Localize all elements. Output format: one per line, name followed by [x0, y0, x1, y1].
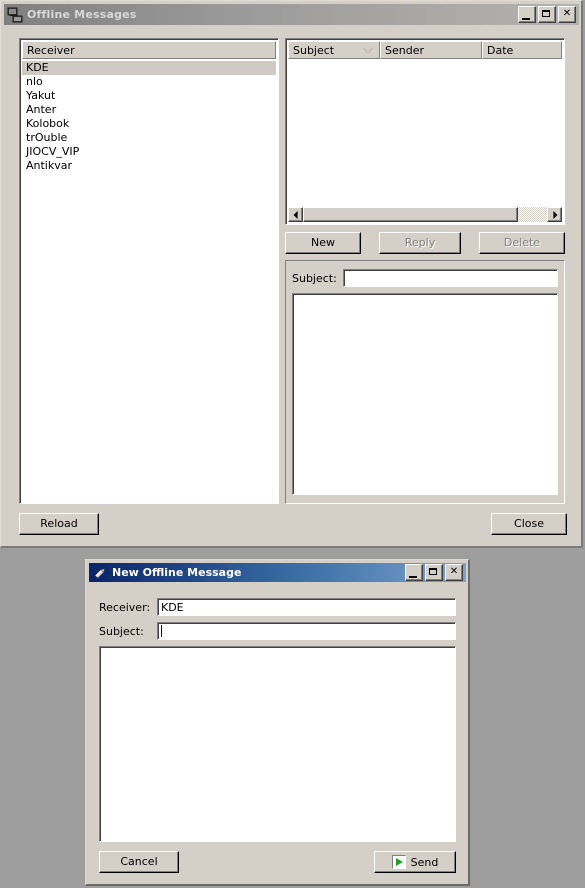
receiver-input-value: KDE — [161, 600, 184, 614]
receiver-list-item[interactable]: Anter — [22, 103, 276, 117]
scrollbar-thumb[interactable] — [303, 207, 518, 222]
cancel-button[interactable]: Cancel — [99, 851, 179, 873]
preview-subject-input[interactable] — [342, 269, 558, 287]
dialog-maximize-button[interactable] — [425, 564, 443, 581]
receiver-field-row: Receiver: KDE — [99, 598, 456, 616]
column-header-sender-label: Sender — [385, 43, 424, 57]
pencil-icon — [92, 565, 108, 581]
send-button[interactable]: Send — [374, 851, 456, 873]
receiver-list-item[interactable]: JIOCV_VIP — [22, 145, 276, 159]
column-header-sender[interactable]: Sender — [380, 41, 482, 59]
message-table-rows[interactable] — [288, 61, 562, 206]
preview-subject-row: Subject: — [292, 269, 558, 287]
main-window-titlebar[interactable]: Offline Messages ✕ — [4, 4, 579, 25]
subject-field-row: Subject: — [99, 622, 456, 640]
scroll-left-arrow-icon[interactable] — [288, 207, 303, 222]
scroll-right-arrow-icon[interactable] — [547, 207, 562, 222]
close-window-button[interactable]: Close — [491, 513, 567, 535]
dialog-window-controls: ✕ — [405, 564, 463, 581]
preview-body-textarea[interactable] — [292, 293, 558, 495]
new-offline-message-dialog: New Offline Message ✕ Receiver: KDE Subj… — [85, 559, 470, 886]
receiver-list-item[interactable]: trOuble — [22, 131, 276, 145]
text-caret — [161, 625, 162, 637]
sort-descending-icon — [363, 48, 373, 54]
receiver-label: Receiver: — [99, 600, 151, 614]
computers-network-icon — [7, 7, 23, 23]
message-preview-group: Subject: — [285, 260, 565, 504]
receiver-list-item[interactable]: KDE — [22, 61, 276, 75]
message-table-header: Subject Sender Date — [288, 41, 562, 59]
subject-label: Subject: — [99, 624, 144, 638]
receiver-list-item[interactable]: Yakut — [22, 89, 276, 103]
main-window-controls: ✕ — [518, 6, 576, 23]
receiver-list-item[interactable]: Antikvar — [22, 159, 276, 173]
dialog-client: Receiver: KDE Subject: Cancel Send — [89, 584, 466, 882]
preview-subject-label: Subject: — [292, 271, 337, 285]
receiver-input[interactable]: KDE — [157, 598, 456, 616]
dialog-titlebar[interactable]: New Offline Message ✕ — [89, 563, 466, 582]
message-table-hscrollbar[interactable] — [288, 207, 562, 222]
receiver-list[interactable]: KDE nlo Yakut Anter Kolobok trOuble JIOCV_VIP A… — [22, 61, 276, 501]
message-body-textarea[interactable] — [99, 646, 456, 842]
message-actions-row: New Reply Delete — [285, 232, 565, 254]
messages-column: Subject Sender Date New Reply Delete Sub… — [285, 38, 565, 504]
column-header-subject-label: Subject — [293, 43, 335, 57]
send-button-label: Send — [410, 855, 439, 869]
column-header-date-label: Date — [487, 43, 514, 57]
reply-button[interactable]: Reply — [379, 232, 461, 254]
main-window-client: Receiver KDE nlo Yakut Anter Kolobok trOuble J… — [4, 27, 579, 543]
close-button[interactable]: ✕ — [558, 6, 576, 23]
offline-messages-window: Offline Messages ✕ Receiver KDE nlo Yakut A… — [0, 0, 583, 548]
receiver-list-panel[interactable]: Receiver KDE nlo Yakut Anter Kolobok trOuble J… — [19, 38, 279, 504]
reload-button[interactable]: Reload — [19, 513, 99, 535]
receiver-list-item[interactable]: Kolobok — [22, 117, 276, 131]
column-header-subject[interactable]: Subject — [288, 41, 380, 59]
receiver-list-item[interactable]: nlo — [22, 75, 276, 89]
dialog-minimize-button[interactable] — [405, 564, 423, 581]
scrollbar-track[interactable] — [303, 207, 547, 222]
main-window-title: Offline Messages — [27, 8, 137, 21]
dialog-title: New Offline Message — [112, 566, 242, 579]
subject-input[interactable] — [157, 622, 456, 640]
receiver-column-header[interactable]: Receiver — [22, 41, 276, 59]
green-play-triangle-icon — [391, 855, 406, 869]
message-table-panel[interactable]: Subject Sender Date — [285, 38, 565, 225]
dialog-close-button[interactable]: ✕ — [445, 564, 463, 581]
maximize-button[interactable] — [538, 6, 556, 23]
column-header-date[interactable]: Date — [482, 41, 562, 59]
delete-button[interactable]: Delete — [479, 232, 565, 254]
minimize-button[interactable] — [518, 6, 536, 23]
new-button[interactable]: New — [285, 232, 361, 254]
